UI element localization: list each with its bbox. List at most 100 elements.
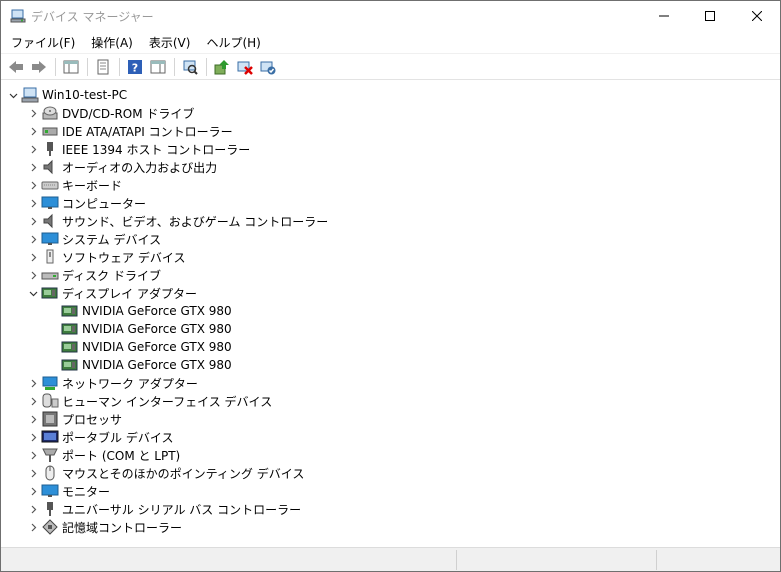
tree-root[interactable]: Win10-test-PC: [7, 86, 127, 104]
tree-category[interactable]: システム デバイス: [27, 230, 161, 248]
tree-category[interactable]: マウスとそのほかのポインティング デバイス: [27, 464, 304, 482]
chevron-right-icon[interactable]: [27, 212, 39, 230]
tree-category[interactable]: モニター: [27, 482, 110, 500]
category-label: オーディオの入力および出力: [62, 160, 218, 175]
enable-device-icon: [260, 61, 276, 74]
status-bar-pane: [456, 550, 656, 570]
tree-category[interactable]: コンピューター: [27, 194, 146, 212]
tree-category[interactable]: 記憶域コントローラー: [27, 518, 182, 536]
chevron-right-icon[interactable]: [27, 500, 39, 518]
action-pane-button[interactable]: [147, 56, 169, 78]
action-pane-icon: [150, 60, 166, 73]
chevron-right-icon[interactable]: [27, 392, 39, 410]
device-tree[interactable]: Win10-test-PC DVD/CD-ROM ドライブ IDE ATA/AT…: [1, 81, 780, 547]
monitor-icon: [41, 483, 59, 499]
chevron-right-icon[interactable]: [27, 122, 39, 140]
tree-category[interactable]: IEEE 1394 ホスト コントローラー: [27, 140, 250, 158]
chevron-right-icon[interactable]: [27, 482, 39, 500]
hid-icon: [41, 393, 59, 409]
chevron-right-icon[interactable]: [27, 446, 39, 464]
properties-icon: [97, 59, 109, 74]
tree-category-expanded[interactable]: ディスプレイ アダプター: [27, 284, 197, 302]
minimize-button[interactable]: [641, 1, 687, 31]
category-label: システム デバイス: [62, 232, 162, 247]
tree-category[interactable]: ユニバーサル シリアル バス コントローラー: [27, 500, 301, 518]
tree-category[interactable]: ポータブル デバイス: [27, 428, 173, 446]
menu-action[interactable]: 操作(A): [85, 32, 139, 53]
display-adapter-icon: [61, 357, 79, 373]
tree-category[interactable]: ソフトウェア デバイス: [27, 248, 185, 266]
processor-icon: [41, 411, 59, 427]
computer-icon: [21, 87, 39, 103]
chevron-right-icon[interactable]: [27, 104, 39, 122]
category-label: コンピューター: [62, 196, 147, 211]
show-hide-console-tree-button[interactable]: [60, 56, 82, 78]
close-button[interactable]: [734, 1, 780, 31]
chevron-right-icon[interactable]: [27, 374, 39, 392]
category-label: 記憶域コントローラー: [62, 520, 183, 535]
uninstall-device-button[interactable]: [234, 56, 256, 78]
device-label: NVIDIA GeForce GTX 980: [82, 304, 232, 318]
device-label: NVIDIA GeForce GTX 980: [82, 340, 232, 354]
tree-category[interactable]: サウンド、ビデオ、およびゲーム コントローラー: [27, 212, 328, 230]
toolbar-separator: [206, 57, 207, 76]
back-button[interactable]: [5, 56, 27, 78]
chevron-right-icon[interactable]: [27, 428, 39, 446]
tree-category[interactable]: ディスク ドライブ: [27, 266, 161, 284]
category-label: ポータブル デバイス: [62, 430, 174, 445]
display-adapter-icon: [61, 303, 79, 319]
tree-category[interactable]: ネットワーク アダプター: [27, 374, 198, 392]
disk-drive-icon: [41, 267, 59, 283]
ieee1394-icon: [41, 141, 59, 157]
chevron-right-icon[interactable]: [27, 230, 39, 248]
tree-device[interactable]: NVIDIA GeForce GTX 980: [59, 356, 232, 374]
toolbar-separator: [55, 57, 56, 76]
update-driver-button[interactable]: [211, 56, 233, 78]
category-label: IDE ATA/ATAPI コントローラー: [62, 124, 233, 139]
maximize-button[interactable]: [687, 1, 733, 31]
tree-category[interactable]: DVD/CD-ROM ドライブ: [27, 104, 194, 122]
category-label: モニター: [62, 484, 111, 499]
chevron-right-icon[interactable]: [27, 464, 39, 482]
chevron-right-icon[interactable]: [27, 194, 39, 212]
tree-category[interactable]: ヒューマン インターフェイス デバイス: [27, 392, 272, 410]
chevron-right-icon[interactable]: [27, 266, 39, 284]
software-device-icon: [41, 249, 59, 265]
tree-category[interactable]: オーディオの入力および出力: [27, 158, 217, 176]
chevron-right-icon[interactable]: [27, 248, 39, 266]
tree-category[interactable]: IDE ATA/ATAPI コントローラー: [27, 122, 233, 140]
title-bar[interactable]: デバイス マネージャー: [1, 1, 780, 31]
tree-device[interactable]: NVIDIA GeForce GTX 980: [59, 320, 232, 338]
tree-category[interactable]: プロセッサ: [27, 410, 122, 428]
tree-device[interactable]: NVIDIA GeForce GTX 980: [59, 302, 232, 320]
chevron-down-icon[interactable]: [7, 86, 19, 104]
chevron-right-icon[interactable]: [27, 140, 39, 158]
scan-hardware-changes-button[interactable]: [179, 56, 201, 78]
display-adapter-icon: [61, 321, 79, 337]
tree-category[interactable]: ポート (COM と LPT): [27, 446, 180, 464]
chevron-right-icon[interactable]: [27, 176, 39, 194]
uninstall-device-icon: [237, 61, 253, 75]
chevron-right-icon[interactable]: [27, 410, 39, 428]
menu-file[interactable]: ファイル(F): [5, 32, 81, 53]
monitor-icon: [41, 231, 59, 247]
category-label: ディスク ドライブ: [62, 268, 161, 283]
status-bar-pane: [656, 550, 780, 570]
svg-text:?: ?: [132, 61, 138, 74]
properties-button[interactable]: [92, 56, 114, 78]
help-button[interactable]: ?: [124, 56, 146, 78]
chevron-right-icon[interactable]: [27, 518, 39, 536]
chevron-right-icon[interactable]: [27, 158, 39, 176]
menu-view[interactable]: 表示(V): [143, 32, 197, 53]
category-label: ネットワーク アダプター: [62, 376, 198, 391]
tree-category[interactable]: キーボード: [27, 176, 122, 194]
category-label: IEEE 1394 ホスト コントローラー: [62, 142, 251, 157]
menu-help[interactable]: ヘルプ(H): [200, 32, 266, 53]
monitor-icon: [41, 195, 59, 211]
forward-button[interactable]: [28, 56, 50, 78]
tree-root-label: Win10-test-PC: [42, 88, 128, 102]
close-icon: [752, 11, 762, 21]
enable-device-button[interactable]: [257, 56, 279, 78]
chevron-down-icon[interactable]: [27, 284, 39, 302]
tree-device[interactable]: NVIDIA GeForce GTX 980: [59, 338, 232, 356]
